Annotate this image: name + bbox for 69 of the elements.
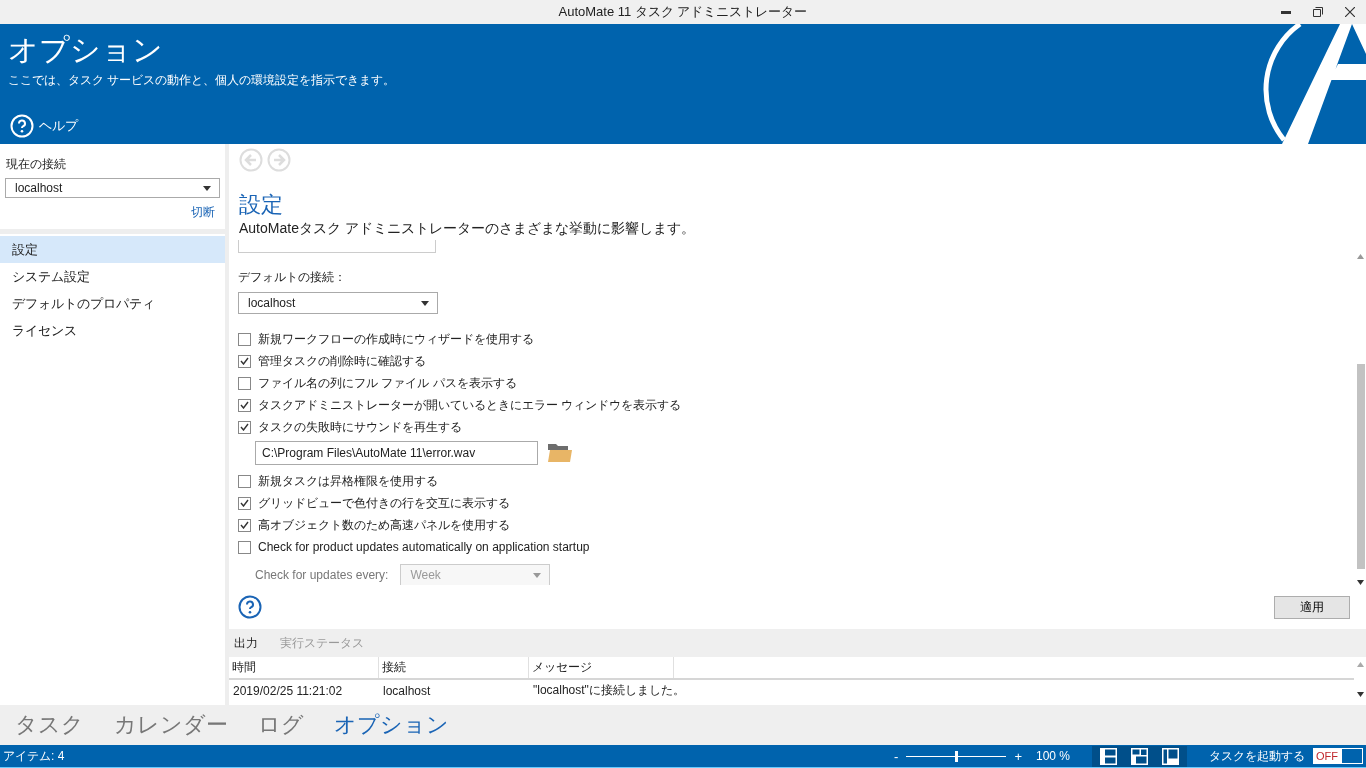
zoom-in-button[interactable]: +: [1012, 748, 1024, 764]
checkbox-label: Check for product updates automatically on application startup: [258, 540, 590, 554]
layout-icon[interactable]: [1100, 747, 1117, 765]
layout-icon[interactable]: [1162, 747, 1179, 765]
nav-tab[interactable]: ログ: [258, 710, 304, 740]
checkbox[interactable]: [238, 540, 251, 554]
checkbox[interactable]: [238, 398, 251, 412]
zoom-out-button[interactable]: -: [892, 748, 901, 764]
zoom-reading: 100 %: [1035, 749, 1070, 763]
field-label: デフォルトの接続：: [238, 269, 347, 286]
nav-tab[interactable]: タスク: [15, 710, 84, 740]
nav-tab[interactable]: オプション: [334, 710, 449, 740]
checkbox-label: グリッドビューで色付きの行を交互に表示する: [258, 494, 510, 512]
minimize-icon[interactable]: [1281, 10, 1291, 14]
help-icon[interactable]: [238, 595, 262, 619]
column-header[interactable]: メッセージ: [529, 657, 674, 678]
connection-label: 現在の接続: [6, 156, 67, 173]
checkbox[interactable]: [238, 332, 251, 346]
scroll-down-icon[interactable]: [1357, 580, 1364, 585]
checkbox[interactable]: [238, 474, 251, 488]
column-header[interactable]: 接続: [379, 657, 529, 678]
default-connection-dropdown[interactable]: localhost: [238, 292, 438, 314]
page-title: オプション: [8, 32, 164, 68]
scrollbar-thumb[interactable]: [1357, 364, 1365, 569]
start-tasks-label: タスクを起動する: [1209, 747, 1305, 765]
folder-icon[interactable]: [548, 444, 572, 462]
disconnect-link[interactable]: 切断: [191, 204, 215, 221]
column-header[interactable]: 時間: [229, 657, 379, 678]
section-description: AutoMateタスク アドミニストレーターのさまざまな挙動に影響します。: [239, 220, 696, 238]
checkbox-label: ファイル名の列にフル ファイル パスを表示する: [258, 374, 517, 392]
sidebar-item[interactable]: システム設定: [0, 263, 225, 290]
page-description: ここでは、タスク サービスの動作と、個人の環境設定を指示できます。: [8, 72, 397, 89]
checkbox[interactable]: [238, 376, 251, 390]
close-icon[interactable]: [1345, 7, 1355, 17]
caret-icon: [533, 572, 542, 578]
field-label: Check for updates every:: [255, 568, 389, 582]
connection-dropdown[interactable]: localhost: [5, 178, 220, 198]
table-cell-text: localhost: [382, 683, 432, 698]
slider-thumb[interactable]: [955, 750, 959, 762]
section-heading: 設定: [239, 192, 284, 218]
item-count: アイテム: 4: [2, 747, 65, 765]
toggle-switch[interactable]: OFF: [1313, 748, 1363, 764]
caret-icon: [421, 300, 429, 306]
sidebar-item[interactable]: ライセンス: [0, 317, 225, 344]
checkbox-label: 新規ワークフローの作成時にウィザードを使用する: [258, 330, 534, 348]
output-tab[interactable]: 出力: [234, 634, 258, 652]
caret-icon: [203, 185, 211, 191]
nav-tab[interactable]: カレンダー: [114, 710, 228, 740]
window-title: AutoMate 11 タスク アドミニストレーター: [558, 3, 808, 21]
sidebar-item[interactable]: 設定: [0, 236, 225, 263]
checkbox-label: 新規タスクは昇格権限を使用する: [258, 472, 438, 490]
checkbox[interactable]: [238, 354, 251, 368]
restore-icon[interactable]: [1313, 7, 1323, 17]
checkbox[interactable]: [238, 518, 251, 532]
checkbox-label: タスクアドミニストレーターが開いているときにエラー ウィンドウを表示する: [258, 396, 682, 414]
layout-icon[interactable]: [1131, 747, 1148, 765]
checkbox-label: 管理タスクの削除時に確認する: [258, 352, 426, 370]
checkbox-label: 高オブジェクト数のため高速パネルを使用する: [258, 516, 510, 534]
table-cell-text: 2019/02/25 11:21:02: [232, 683, 344, 698]
checkbox-label: タスクの失敗時にサウンドを再生する: [258, 418, 462, 436]
apply-button[interactable]: 適用: [1274, 595, 1350, 619]
checkbox[interactable]: [238, 496, 251, 510]
help-button[interactable]: ヘルプ: [8, 114, 78, 138]
scroll-down-icon[interactable]: [1356, 692, 1364, 697]
checkbox[interactable]: [238, 420, 251, 434]
file-path-field[interactable]: C:\Program Files\AutoMate 11\error.wav: [255, 441, 538, 465]
sidebar-item[interactable]: デフォルトのプロパティ: [0, 290, 225, 317]
scroll-up-icon[interactable]: [1357, 254, 1364, 259]
help-icon: [10, 114, 34, 138]
